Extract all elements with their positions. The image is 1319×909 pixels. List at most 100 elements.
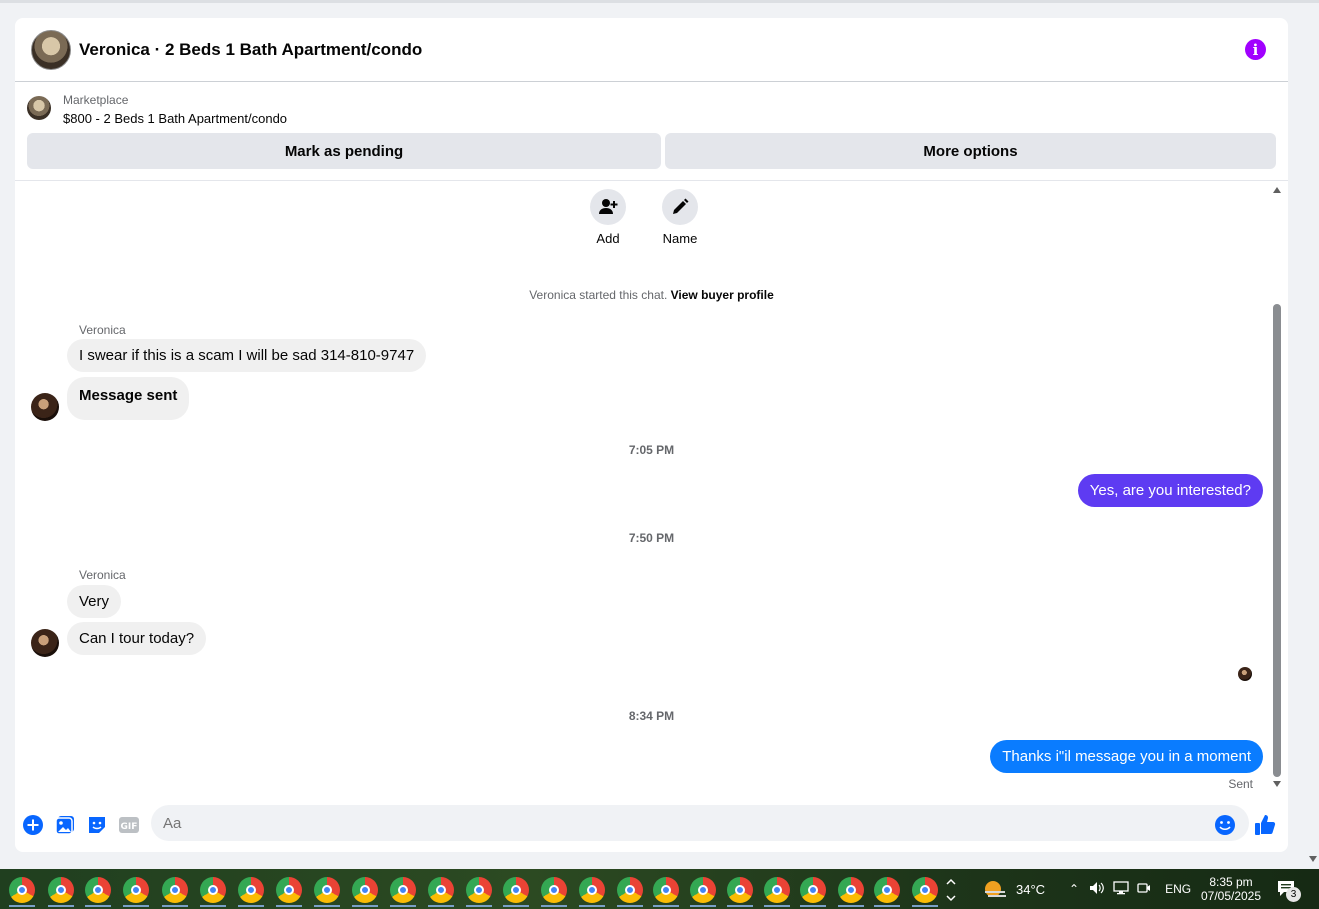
message-thread: Add Name Veronica started this chat. Vie… bbox=[15, 181, 1288, 801]
windows-taskbar: 34°C ⌃ ENG 8:35 pm 07/05/2025 3 bbox=[0, 869, 1319, 909]
listing-avatar[interactable] bbox=[31, 30, 71, 70]
sticker-icon[interactable] bbox=[86, 814, 108, 836]
sender-name: Veronica bbox=[79, 568, 126, 582]
chat-title[interactable]: Veronica · 2 Beds 1 Bath Apartment/condo bbox=[79, 40, 422, 60]
chat-header: Veronica · 2 Beds 1 Bath Apartment/condo… bbox=[15, 18, 1288, 82]
running-indicator bbox=[276, 905, 302, 907]
clock[interactable]: 8:35 pm 07/05/2025 bbox=[1198, 869, 1264, 909]
system-tray[interactable]: ⌃ ENG bbox=[1069, 869, 1191, 909]
browser-taskbar-button[interactable] bbox=[690, 877, 716, 907]
running-indicator bbox=[428, 905, 454, 907]
pencil-icon[interactable] bbox=[662, 189, 698, 225]
browser-taskbar-button[interactable] bbox=[85, 877, 111, 907]
running-indicator bbox=[764, 905, 790, 907]
running-indicator bbox=[653, 905, 679, 907]
browser-taskbar-button[interactable] bbox=[162, 877, 188, 907]
chat-started-text: Veronica started this chat. bbox=[529, 288, 668, 302]
message-input[interactable] bbox=[151, 805, 1249, 841]
browser-taskbar-button[interactable] bbox=[503, 877, 529, 907]
scrollbar-thumb[interactable] bbox=[1273, 304, 1281, 777]
running-indicator bbox=[874, 905, 900, 907]
page-scroll-down-arrow[interactable] bbox=[1309, 856, 1317, 862]
speaker-icon[interactable] bbox=[1089, 881, 1105, 898]
mark-as-pending-button[interactable]: Mark as pending bbox=[27, 133, 661, 169]
browser-taskbar-button[interactable] bbox=[764, 877, 790, 907]
browser-taskbar-button[interactable] bbox=[123, 877, 149, 907]
outgoing-message[interactable]: Thanks i"il message you in a moment bbox=[990, 740, 1263, 773]
plus-icon[interactable] bbox=[22, 814, 44, 836]
browser-taskbar-button[interactable] bbox=[466, 877, 492, 907]
browser-taskbar-button[interactable] bbox=[838, 877, 864, 907]
taskbar-chevrons[interactable] bbox=[945, 869, 957, 909]
browser-taskbar-button[interactable] bbox=[727, 877, 753, 907]
network-icon[interactable] bbox=[1113, 880, 1129, 898]
sender-name: Veronica bbox=[79, 323, 126, 337]
add-label: Add bbox=[596, 231, 620, 246]
scroll-down-arrow[interactable] bbox=[1273, 781, 1281, 787]
browser-taskbar-button[interactable] bbox=[541, 877, 567, 907]
browser-taskbar-button[interactable] bbox=[874, 877, 900, 907]
chevron-up-icon[interactable]: ⌃ bbox=[1069, 882, 1079, 896]
notification-count: 3 bbox=[1286, 887, 1301, 902]
browser-taskbar-button[interactable] bbox=[800, 877, 826, 907]
browser-taskbar-button[interactable] bbox=[48, 877, 74, 907]
sender-avatar[interactable] bbox=[31, 629, 59, 657]
running-indicator bbox=[912, 905, 938, 907]
running-indicator bbox=[838, 905, 864, 907]
notification-center[interactable]: 3 bbox=[1276, 869, 1301, 909]
add-person-action[interactable]: Add bbox=[578, 189, 638, 246]
meet-now-icon[interactable] bbox=[1137, 881, 1151, 898]
emoji-icon[interactable] bbox=[1214, 814, 1236, 836]
chat-started-notice: Veronica started this chat. View buyer p… bbox=[15, 288, 1288, 302]
browser-taskbar-button[interactable] bbox=[428, 877, 454, 907]
incoming-message[interactable]: I swear if this is a scam I will be sad … bbox=[67, 339, 427, 372]
incoming-message[interactable]: Very bbox=[67, 585, 122, 618]
browser-taskbar-button[interactable] bbox=[9, 877, 35, 907]
browser-taskbar-button[interactable] bbox=[579, 877, 605, 907]
browser-taskbar-button[interactable] bbox=[352, 877, 378, 907]
incoming-message[interactable]: Message sent bbox=[67, 377, 190, 420]
marketplace-label: Marketplace bbox=[63, 93, 129, 107]
info-icon[interactable]: i bbox=[1245, 39, 1266, 60]
view-buyer-profile-link[interactable]: View buyer profile bbox=[671, 288, 774, 302]
weather-widget[interactable]: 34°C bbox=[982, 869, 1045, 909]
clock-time: 8:35 pm bbox=[1209, 875, 1253, 889]
outgoing-message[interactable]: Yes, are you interested? bbox=[1077, 474, 1263, 507]
temperature: 34°C bbox=[1016, 881, 1046, 897]
browser-taskbar-button[interactable] bbox=[912, 877, 938, 907]
running-indicator bbox=[352, 905, 378, 907]
running-indicator bbox=[48, 905, 74, 907]
svg-text:GIF: GIF bbox=[121, 822, 138, 832]
running-indicator bbox=[9, 905, 35, 907]
browser-taskbar-button[interactable] bbox=[653, 877, 679, 907]
photo-icon[interactable] bbox=[54, 814, 76, 836]
marketplace-banner: Marketplace $800 - 2 Beds 1 Bath Apartme… bbox=[15, 83, 1288, 181]
browser-top-border bbox=[0, 0, 1319, 3]
timestamp: 7:05 PM bbox=[628, 443, 675, 457]
browser-taskbar-button[interactable] bbox=[238, 877, 264, 907]
browser-taskbar-button[interactable] bbox=[314, 877, 340, 907]
browser-taskbar-button[interactable] bbox=[200, 877, 226, 907]
add-person-icon[interactable] bbox=[590, 189, 626, 225]
listing-title[interactable]: $800 - 2 Beds 1 Bath Apartment/condo bbox=[63, 111, 287, 126]
listing-thumbnail[interactable] bbox=[27, 96, 51, 120]
running-indicator bbox=[123, 905, 149, 907]
scroll-up-arrow[interactable] bbox=[1273, 187, 1281, 193]
thumbs-up-icon[interactable] bbox=[1254, 814, 1276, 836]
running-indicator bbox=[390, 905, 416, 907]
browser-taskbar-button[interactable] bbox=[276, 877, 302, 907]
more-options-button[interactable]: More options bbox=[665, 133, 1276, 169]
sender-avatar[interactable] bbox=[31, 393, 59, 421]
running-indicator bbox=[238, 905, 264, 907]
incoming-message[interactable]: Can I tour today? bbox=[67, 622, 207, 655]
weather-sun-icon bbox=[985, 881, 1006, 897]
browser-taskbar-button[interactable] bbox=[390, 877, 416, 907]
running-indicator bbox=[314, 905, 340, 907]
browser-taskbar-button[interactable] bbox=[617, 877, 643, 907]
name-action[interactable]: Name bbox=[650, 189, 710, 246]
gif-icon[interactable]: GIF bbox=[118, 814, 140, 836]
scrollbar[interactable] bbox=[1272, 187, 1282, 787]
running-indicator bbox=[727, 905, 753, 907]
message-composer: GIF bbox=[15, 801, 1288, 851]
language-indicator[interactable]: ENG bbox=[1165, 882, 1191, 896]
